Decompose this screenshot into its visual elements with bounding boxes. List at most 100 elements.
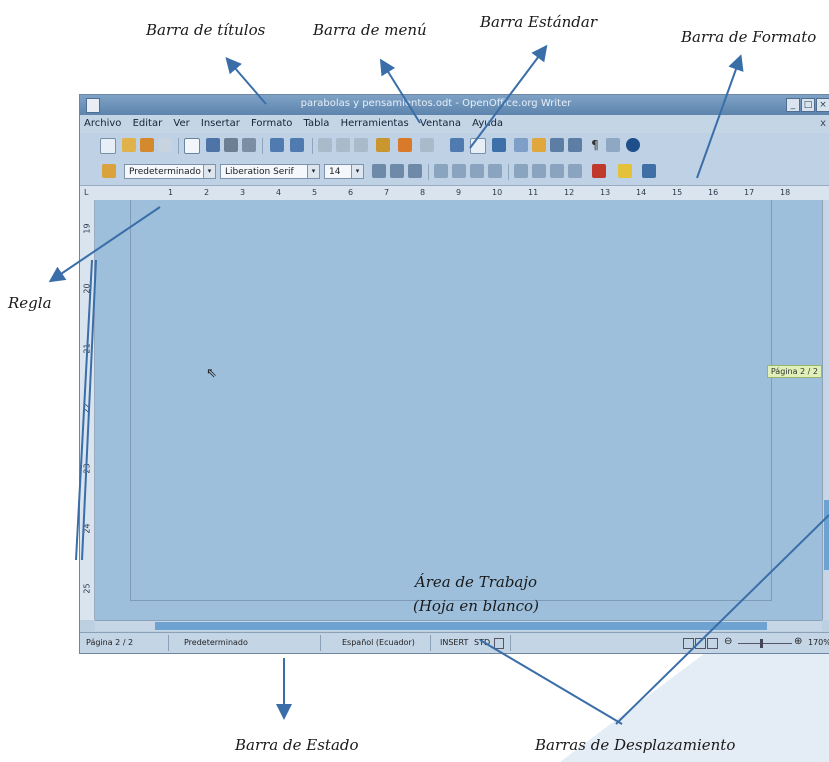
highlight-icon[interactable]	[618, 164, 632, 178]
gallery-icon[interactable]	[550, 138, 564, 152]
font-name-select[interactable]: Liberation Serif ▾	[220, 164, 320, 179]
styles-formatting-icon[interactable]	[102, 164, 116, 178]
background-color-icon[interactable]	[642, 164, 656, 178]
status-zoom[interactable]: 170%	[808, 638, 829, 647]
decrease-indent-icon[interactable]	[550, 164, 564, 178]
save-icon[interactable]	[140, 138, 154, 152]
spellcheck-icon[interactable]	[270, 138, 284, 152]
font-size-select[interactable]: 14 ▾	[324, 164, 364, 179]
undo-icon[interactable]	[398, 138, 412, 152]
increase-indent-icon[interactable]	[568, 164, 582, 178]
status-language[interactable]: Español (Ecuador)	[342, 638, 415, 647]
vertical-scroll-thumb[interactable]	[824, 500, 829, 570]
print-preview-icon[interactable]	[242, 138, 256, 152]
menu-ayuda[interactable]: Ayuda	[468, 115, 507, 129]
menu-herramientas[interactable]: Herramientas	[337, 115, 413, 129]
horizontal-ruler[interactable]: L 1 2 3 4 5 6 7 8 9 10 11 12 13 14 15 16…	[80, 185, 829, 201]
vertical-scrollbar[interactable]	[822, 200, 829, 620]
status-insert-mode[interactable]: INSERT	[440, 638, 468, 647]
cut-icon[interactable]	[318, 138, 332, 152]
menu-ventana[interactable]: Ventana	[416, 115, 465, 129]
export-pdf-icon[interactable]	[206, 138, 220, 152]
maximize-icon[interactable]: □	[801, 98, 815, 112]
status-bar: Página 2 / 2 Predeterminado Español (Ecu…	[80, 632, 829, 653]
single-page-view-icon[interactable]	[683, 638, 694, 649]
zoom-out-icon[interactable]: ⊖	[724, 636, 732, 647]
close-document-icon[interactable]: x	[820, 118, 826, 129]
horizontal-scrollbar[interactable]	[95, 620, 822, 631]
underline-icon[interactable]	[408, 164, 422, 178]
font-color-icon[interactable]	[592, 164, 606, 178]
help-icon[interactable]	[626, 138, 640, 152]
page-indicator-badge: Página 2 / 2	[766, 365, 822, 378]
ruler-tab-stop-icon[interactable]: L	[84, 188, 88, 197]
vruler-tick: 19	[82, 223, 92, 234]
status-divider	[430, 635, 431, 651]
data-sources-icon[interactable]	[568, 138, 582, 152]
show-draw-functions-icon[interactable]	[492, 138, 506, 152]
blank-page[interactable]	[130, 200, 772, 601]
ruler-tick: 18	[780, 188, 791, 197]
copy-icon[interactable]	[336, 138, 350, 152]
bullets-icon[interactable]	[532, 164, 546, 178]
chevron-down-icon[interactable]: ▾	[203, 165, 215, 178]
bold-icon[interactable]	[372, 164, 386, 178]
label-barra-formato: Barra de Formato	[681, 28, 817, 46]
vruler-tick: 25	[82, 583, 92, 594]
align-right-icon[interactable]	[470, 164, 484, 178]
menu-archivo[interactable]: Archivo	[80, 115, 125, 129]
paragraph-style-select[interactable]: Predeterminado ▾	[124, 164, 216, 179]
ruler-tick: 12	[564, 188, 575, 197]
menu-formato[interactable]: Formato	[247, 115, 296, 129]
formatting-marks-icon[interactable]: ¶	[588, 138, 602, 152]
zoom-in-icon[interactable]: ⊕	[794, 636, 802, 647]
zoom-slider[interactable]	[738, 643, 792, 644]
hyperlink-icon[interactable]	[450, 138, 464, 152]
ruler-tick: 5	[312, 188, 318, 197]
navigator-icon[interactable]	[532, 138, 546, 152]
table-icon[interactable]	[470, 138, 486, 154]
label-regla: Regla	[8, 294, 52, 312]
vruler-tick: 21	[82, 343, 92, 354]
menu-editar[interactable]: Editar	[129, 115, 167, 129]
print-icon[interactable]	[224, 138, 238, 152]
edit-file-icon[interactable]	[184, 138, 200, 154]
menu-tabla[interactable]: Tabla	[300, 115, 334, 129]
align-left-icon[interactable]	[434, 164, 448, 178]
workarea-annotation-line2: (Hoja en blanco)	[413, 597, 539, 615]
email-icon[interactable]	[158, 138, 172, 152]
redo-icon[interactable]	[420, 138, 434, 152]
ruler-tick: 9	[456, 188, 462, 197]
justify-icon[interactable]	[488, 164, 502, 178]
status-page[interactable]: Página 2 / 2	[86, 638, 133, 647]
paste-icon[interactable]	[354, 138, 368, 152]
title-bar[interactable]: parabolas y pensamientos.odt - OpenOffic…	[80, 95, 829, 115]
minimize-icon[interactable]: _	[786, 98, 800, 112]
status-selection-mode[interactable]: STD	[474, 638, 490, 647]
vertical-ruler[interactable]: 19 20 21 22 23 24 25	[80, 200, 95, 620]
chevron-down-icon[interactable]: ▾	[351, 165, 363, 178]
book-view-icon[interactable]	[707, 638, 718, 649]
ruler-tick: 3	[240, 188, 246, 197]
menu-ver[interactable]: Ver	[169, 115, 193, 129]
document-workarea[interactable]: ⇖ Página 2 / 2 Área de Trabajo (Hoja en …	[95, 200, 822, 620]
status-style[interactable]: Predeterminado	[184, 638, 248, 647]
new-document-icon[interactable]	[100, 138, 116, 154]
menu-bar: Archivo Editar Ver Insertar Formato Tabl…	[80, 115, 829, 133]
zoom-icon[interactable]	[606, 138, 620, 152]
format-paintbrush-icon[interactable]	[376, 138, 390, 152]
separator	[178, 138, 179, 154]
close-icon[interactable]: ×	[816, 98, 829, 112]
find-replace-icon[interactable]	[514, 138, 528, 152]
horizontal-scroll-thumb[interactable]	[155, 622, 767, 630]
chevron-down-icon[interactable]: ▾	[307, 165, 319, 178]
zoom-slider-handle[interactable]	[760, 639, 763, 648]
label-barra-menu: Barra de menú	[313, 21, 427, 39]
align-center-icon[interactable]	[452, 164, 466, 178]
multi-page-view-icon[interactable]	[695, 638, 706, 649]
autospellcheck-icon[interactable]	[290, 138, 304, 152]
italic-icon[interactable]	[390, 164, 404, 178]
menu-insertar[interactable]: Insertar	[197, 115, 244, 129]
open-folder-icon[interactable]	[122, 138, 136, 152]
numbering-icon[interactable]	[514, 164, 528, 178]
